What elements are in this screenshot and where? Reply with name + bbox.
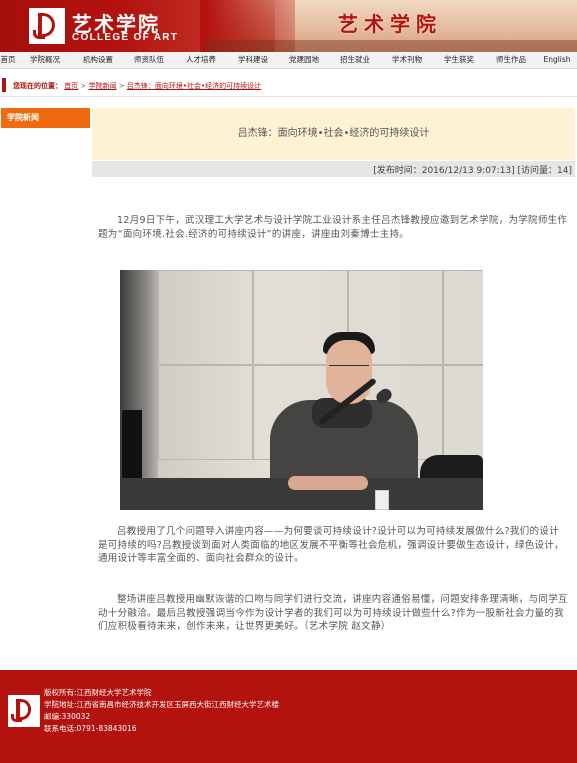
article-paragraph: 整场讲座吕教授用幽默诙谐的口吻与同学们进行交流，讲座内容通俗易懂，问题安排条理清… (98, 594, 568, 632)
article-title: 吕杰锋：面向环境•社会•经济的可持续设计 (237, 128, 430, 139)
nav-item-faculty[interactable]: 师资队伍 (134, 52, 164, 68)
nav-item-departments[interactable]: 机构设置 (83, 52, 113, 68)
nav-item-about[interactable]: 学院概况 (30, 52, 60, 68)
nav-item-admissions[interactable]: 招生就业 (340, 52, 370, 68)
breadcrumb-prefix: 您现在的位置： (13, 82, 62, 90)
article-meta-text: [发布时间：2016/12/13 9:07:13] [访问量：14] (373, 166, 572, 176)
footer-logo-icon (8, 695, 40, 727)
footer-phone: 联系电话:0791-83843016 (44, 724, 137, 733)
college-logo-icon[interactable] (29, 8, 65, 44)
breadcrumb-current-page[interactable]: 吕杰锋：面向环境•社会•经济的可持续设计 (127, 82, 261, 90)
article-paragraph: 12月9日下午，武汉理工大学艺术与设计学院工业设计系主任吕杰锋教授应邀到艺术学院… (98, 215, 568, 240)
breadcrumb-marker-icon (2, 78, 6, 92)
nav-item-english[interactable]: English (543, 52, 570, 68)
nav-item-awards[interactable]: 学生获奖 (444, 52, 474, 68)
breadcrumb-separator: > (118, 82, 125, 90)
nav-item-journals[interactable]: 学术刊物 (392, 52, 422, 68)
nav-item-party[interactable]: 党建园地 (289, 52, 319, 68)
sidebar-item-college-news[interactable]: 学院新闻 (1, 108, 90, 128)
logo-english-name[interactable]: COLLEGE OF ART (72, 32, 178, 43)
article-paragraph: 吕教授用了几个问题导入讲座内容——为何要谈可持续设计?设计可以为可持续发展做什么… (98, 526, 564, 564)
site-footer: 版权所有:江西财经大学艺术学院 学院地址:江西省南昌市经济技术开发区玉屏西大街江… (0, 670, 577, 763)
nav-item-education[interactable]: 人才培养 (186, 52, 216, 68)
nav-item-disciplines[interactable]: 学科建设 (238, 52, 268, 68)
main-navigation: 首页 学院概况 机构设置 师资队伍 人才培养 学科建设 党建园地 招生就业 学术… (0, 52, 577, 69)
article-meta-bar: [发布时间：2016/12/13 9:07:13] [访问量：14] (92, 161, 575, 177)
nav-item-home[interactable]: 首页 (1, 52, 16, 68)
breadcrumb-line: 您现在的位置： 首页 > 学院新闻 > 吕杰锋：面向环境•社会•经济的可持续设计 (13, 81, 261, 91)
site-header: 艺术学院 COLLEGE OF ART 艺术学院 (0, 0, 577, 52)
breadcrumb-news-link[interactable]: 学院新闻 (89, 82, 117, 90)
article-title-box: 吕杰锋：面向环境•社会•经济的可持续设计 (92, 108, 575, 160)
breadcrumb: 您现在的位置： 首页 > 学院新闻 > 吕杰锋：面向环境•社会•经济的可持续设计 (0, 74, 577, 97)
breadcrumb-separator: > (80, 82, 87, 90)
breadcrumb-home-link[interactable]: 首页 (64, 82, 78, 90)
footer-copyright: 版权所有:江西财经大学艺术学院 (44, 688, 152, 697)
header-banner-image: 艺术学院 (205, 0, 577, 52)
lecture-photo (120, 270, 483, 510)
footer-address: 学院地址:江西省南昌市经济技术开发区玉屏西大街江西财经大学艺术楼 (44, 700, 280, 709)
nav-item-works[interactable]: 师生作品 (496, 52, 526, 68)
banner-building-sign: 艺术学院 (338, 12, 442, 36)
footer-postcode: 邮编:330032 (44, 712, 91, 721)
